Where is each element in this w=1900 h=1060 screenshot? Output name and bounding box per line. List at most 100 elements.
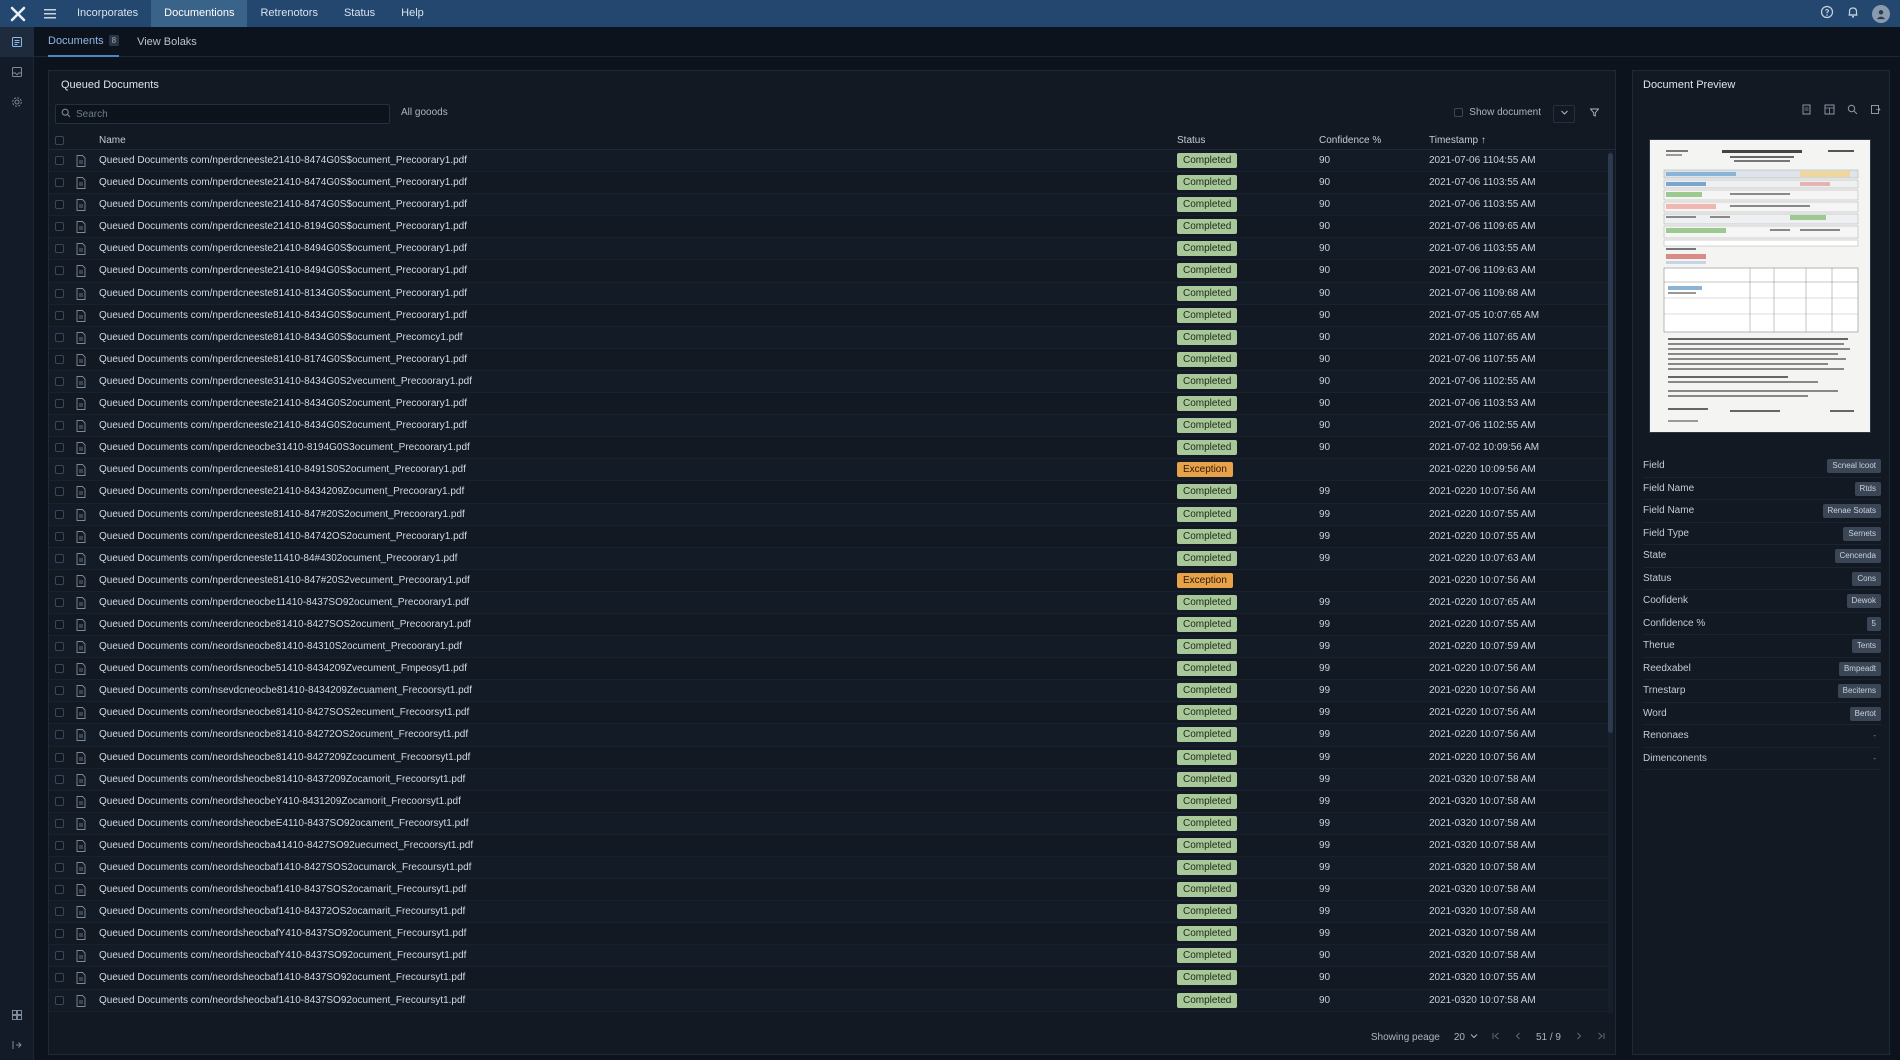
table-row[interactable]: Queued Documents com/neordsheocba41410-8…	[49, 835, 1609, 857]
rail-collapse-icon[interactable]	[0, 1030, 34, 1060]
row-checkbox[interactable]	[55, 332, 64, 342]
bell-icon[interactable]	[1846, 5, 1860, 22]
row-document-name[interactable]: Queued Documents com/nperdcneeste31410-8…	[99, 376, 472, 387]
table-row[interactable]: Queued Documents com/neordsheocbe81410-8…	[49, 768, 1609, 791]
row-checkbox[interactable]	[55, 752, 64, 762]
row-checkbox[interactable]	[55, 686, 64, 696]
row-checkbox[interactable]	[55, 642, 64, 652]
row-document-name[interactable]: Queued Documents com/nperdcneeste21410-8…	[99, 155, 467, 166]
table-row[interactable]: Queued Documents com/neordsheocbaf1410-8…	[49, 879, 1609, 902]
filter-button[interactable]	[1585, 105, 1603, 123]
row-document-name[interactable]: Queued Documents com/nperdcneeste81410-8…	[99, 310, 467, 321]
tab-documents[interactable]: Documents 8	[48, 27, 120, 57]
row-checkbox[interactable]	[55, 156, 64, 165]
row-document-name[interactable]: Queued Documents com/nperdcneeste21410-8…	[99, 420, 467, 431]
table-row[interactable]: Queued Documents com/nperdcneeste81410-8…	[49, 459, 1609, 482]
row-document-name[interactable]: Queued Documents com/nperdcneeste81410-8…	[99, 332, 463, 343]
user-avatar-icon[interactable]	[1872, 4, 1890, 23]
row-checkbox[interactable]	[55, 818, 64, 828]
table-row[interactable]: Queued Documents com/neordsheocbe81410-8…	[49, 747, 1609, 769]
row-checkbox[interactable]	[55, 222, 64, 232]
table-row[interactable]: Queued Documents com/nperdcneocbe11410-8…	[49, 591, 1609, 614]
row-checkbox[interactable]	[55, 796, 64, 806]
table-row[interactable]: Queued Documents com/nperdcneeste81410-8…	[49, 526, 1609, 548]
next-page-icon[interactable]	[1575, 1032, 1583, 1043]
table-row[interactable]: Queued Documents com/nperdcneeste21410-8…	[49, 194, 1609, 217]
row-document-name[interactable]: Queued Documents com/neordsheocbafY410-8…	[99, 950, 466, 961]
tab-view-bolaks[interactable]: View Bolaks	[137, 27, 197, 57]
row-checkbox[interactable]	[55, 200, 64, 210]
row-checkbox[interactable]	[55, 885, 64, 895]
table-row[interactable]: Queued Documents com/nperdcneeste11410-8…	[49, 547, 1609, 570]
table-row[interactable]: Queued Documents com/neordsheocbaf1410-8…	[49, 901, 1609, 924]
row-checkbox[interactable]	[55, 664, 64, 674]
row-document-name[interactable]: Queued Documents com/nperdcneeste21410-8…	[99, 486, 464, 497]
col-status-header[interactable]: Status	[1177, 135, 1205, 146]
row-checkbox[interactable]	[55, 376, 64, 386]
table-row[interactable]: Queued Documents com/neerdcneocbe81410-8…	[49, 614, 1609, 637]
row-checkbox[interactable]	[55, 840, 64, 850]
nav-item-help[interactable]: Help	[388, 0, 437, 27]
row-checkbox[interactable]	[55, 178, 64, 188]
page-size-select[interactable]: 20	[1454, 1032, 1478, 1043]
row-checkbox[interactable]	[55, 266, 64, 276]
row-checkbox[interactable]	[55, 310, 64, 320]
row-checkbox[interactable]	[55, 774, 64, 784]
table-scrollbar-thumb[interactable]	[1608, 153, 1613, 733]
table-row[interactable]: Queued Documents com/nperdcneeste21410-8…	[49, 216, 1609, 239]
col-confidence-header[interactable]: Confidence %	[1319, 135, 1381, 146]
table-row[interactable]: Queued Documents com/nperdcneeste81410-8…	[49, 503, 1609, 526]
row-checkbox[interactable]	[55, 509, 64, 519]
col-name-header[interactable]: Name	[99, 135, 126, 146]
last-page-icon[interactable]	[1597, 1032, 1605, 1043]
search-input[interactable]	[76, 108, 376, 120]
show-document-dropdown[interactable]	[1553, 105, 1575, 123]
row-checkbox[interactable]	[55, 531, 64, 541]
rail-documents-icon[interactable]	[0, 27, 34, 57]
row-document-name[interactable]: Queued Documents com/nperdcneeste81410-8…	[99, 288, 467, 299]
row-checkbox[interactable]	[55, 951, 64, 961]
export-icon[interactable]	[1870, 104, 1881, 118]
row-checkbox[interactable]	[55, 929, 64, 939]
first-page-icon[interactable]	[1492, 1032, 1500, 1043]
row-document-name[interactable]: Queued Documents com/nperdcneeste21410-8…	[99, 398, 467, 409]
table-row[interactable]: Queued Documents com/neordsheocbaf1410-8…	[49, 857, 1609, 880]
row-document-name[interactable]: Queued Documents com/neerdcneocbe81410-8…	[99, 619, 471, 630]
table-row[interactable]: Queued Documents com/nperdcneeste21410-8…	[49, 415, 1609, 438]
table-row[interactable]: Queued Documents com/nperdcneeste21410-8…	[49, 260, 1609, 283]
col-timestamp-header[interactable]: Timestamp ↑	[1429, 135, 1486, 146]
prev-page-icon[interactable]	[1514, 1032, 1522, 1043]
row-checkbox[interactable]	[55, 288, 64, 298]
row-checkbox[interactable]	[55, 863, 64, 872]
row-document-name[interactable]: Queued Documents com/nperdcneeste21410-8…	[99, 243, 467, 254]
row-checkbox[interactable]	[55, 597, 64, 607]
row-document-name[interactable]: Queued Documents com/neordsheocbe81410-8…	[99, 774, 465, 785]
rail-inbox-icon[interactable]	[0, 57, 34, 87]
row-document-name[interactable]: Queued Documents com/nperdcneeste21410-8…	[99, 265, 467, 276]
row-document-name[interactable]: Queued Documents com/nperdcneocbe11410-8…	[99, 597, 469, 608]
row-document-name[interactable]: Queued Documents com/nperdcneeste81410-8…	[99, 575, 470, 586]
row-checkbox[interactable]	[55, 619, 64, 629]
table-row[interactable]: Queued Documents com/neordsheocbaf1410-8…	[49, 989, 1609, 1012]
document-thumbnail[interactable]	[1649, 139, 1871, 433]
table-row[interactable]: Queued Documents com/nperdcneeste31410-8…	[49, 370, 1609, 394]
table-row[interactable]: Queued Documents com/neordsheocbafY410-8…	[49, 945, 1609, 968]
row-checkbox[interactable]	[55, 421, 64, 431]
row-document-name[interactable]: Queued Documents com/neordsheocbafY410-8…	[99, 928, 466, 939]
table-row[interactable]: Queued Documents com/nperdcneeste81410-8…	[49, 282, 1609, 305]
row-document-name[interactable]: Queued Documents com/nperdcneeste11410-8…	[99, 553, 457, 564]
table-scrollbar[interactable]	[1608, 151, 1613, 1013]
row-document-name[interactable]: Queued Documents com/neordsheocbeY410-84…	[99, 796, 461, 807]
row-document-name[interactable]: Queued Documents com/nperdcneeste81410-8…	[99, 531, 467, 542]
row-document-name[interactable]: Queued Documents com/neordsheocbaf1410-8…	[99, 972, 465, 983]
row-checkbox[interactable]	[55, 487, 64, 497]
table-row[interactable]: Queued Documents com/neordsneocbe81410-8…	[49, 702, 1609, 725]
table-row[interactable]: Queued Documents com/nperdcneeste21410-8…	[49, 393, 1609, 416]
row-document-name[interactable]: Queued Documents com/neordsneocbe51410-8…	[99, 663, 467, 674]
layout-icon[interactable]	[1824, 104, 1835, 118]
nav-item-documentions[interactable]: Documentions	[151, 0, 248, 27]
row-document-name[interactable]: Queued Documents com/neordsneocbe81410-8…	[99, 641, 462, 652]
nav-item-status[interactable]: Status	[331, 0, 388, 27]
row-document-name[interactable]: Queued Documents com/neordsheocbaf1410-8…	[99, 995, 465, 1006]
row-document-name[interactable]: Queued Documents com/neordsheocbeE4110-8…	[99, 818, 468, 829]
